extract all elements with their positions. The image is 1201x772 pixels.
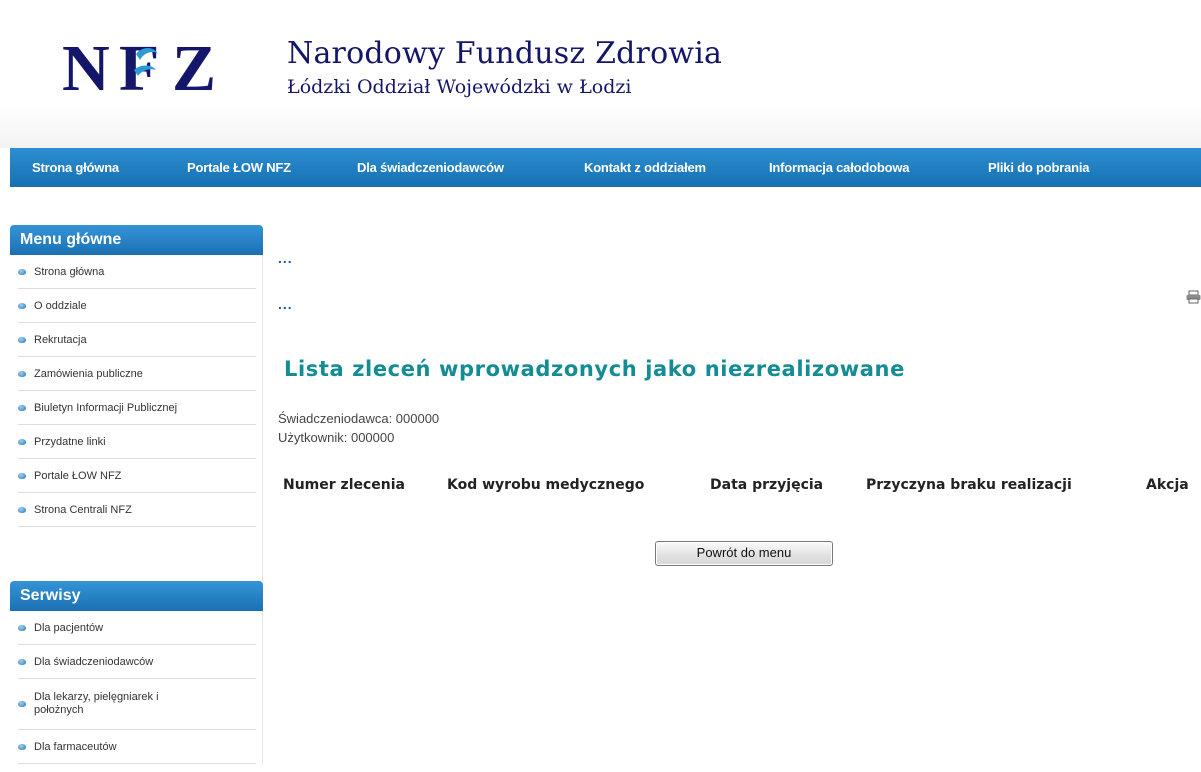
menu-item-label: Dla lekarzy, pielęgniarek i położnych xyxy=(34,691,159,716)
menu-item-label: Zamówienia publiczne xyxy=(34,367,143,380)
bullet-icon xyxy=(18,506,26,513)
nav-item-portals[interactable]: Portale ŁOW NFZ xyxy=(187,160,291,175)
menu-item-recruitment[interactable]: Rekrutacja xyxy=(18,323,256,357)
menu-item-useful-links[interactable]: Przydatne linki xyxy=(18,425,256,459)
bullet-icon xyxy=(18,370,26,377)
menu-item-label: Strona główna xyxy=(34,265,105,278)
services-list: Dla pacjentów Dla świadczeniodawców Dla … xyxy=(10,611,263,764)
bullet-icon xyxy=(18,302,26,309)
menu-item-label: O oddziale xyxy=(34,299,87,312)
bullet-icon xyxy=(18,336,26,343)
menu-item-central-nfz[interactable]: Strona Centrali NFZ xyxy=(18,493,256,527)
bullet-icon xyxy=(18,404,26,411)
bullet-icon xyxy=(18,743,26,750)
menu-item-label: Biuletyn Informacji Publicznej xyxy=(34,401,178,414)
main-menu-title: Menu główne xyxy=(10,225,263,255)
th-non-fulfillment-reason: Przyczyna braku realizacji xyxy=(866,477,1072,493)
th-order-number: Numer zlecenia xyxy=(283,477,405,493)
org-subtitle: Łódzki Oddział Wojewódzki w Łodzi xyxy=(287,76,632,98)
svg-text:Z: Z xyxy=(172,32,216,102)
nav-item-downloads[interactable]: Pliki do pobrania xyxy=(988,160,1090,175)
sidebar-spacer xyxy=(10,527,263,581)
breadcrumb-ellipsis-1[interactable]: ... xyxy=(278,250,293,266)
bullet-icon xyxy=(18,624,26,631)
th-admission-date: Data przyjęcia xyxy=(710,477,824,493)
user-info: Użytkownik: 000000 xyxy=(278,430,395,445)
menu-item-public-procurement[interactable]: Zamówienia publiczne xyxy=(18,357,256,391)
service-item-doctors-nurses[interactable]: Dla lekarzy, pielęgniarek i położnych xyxy=(18,679,256,730)
top-navigation: Strona główna Portale ŁOW NFZ Dla świadc… xyxy=(10,148,1201,187)
page-title: Lista zleceń wprowadzonych jako niezreal… xyxy=(284,357,905,381)
nav-item-providers[interactable]: Dla świadczeniodawców xyxy=(357,160,504,175)
bullet-icon xyxy=(18,268,26,275)
th-action: Akcja xyxy=(1146,477,1189,493)
back-to-menu-button[interactable]: Powrót do menu xyxy=(655,541,833,566)
site-header: N F Z Narodowy Fundusz Zdrowia Łódzki Od… xyxy=(0,0,1201,148)
main-menu-list: Strona główna O oddziale Rekrutacja Zamó… xyxy=(10,255,263,527)
menu-item-label: Dla farmaceutów xyxy=(34,740,117,753)
menu-item-about[interactable]: O oddziale xyxy=(18,289,256,323)
bullet-icon xyxy=(18,658,26,665)
sidebar: Menu główne Strona główna O oddziale Rek… xyxy=(10,225,263,764)
service-item-providers[interactable]: Dla świadczeniodawców xyxy=(18,645,256,679)
th-medical-device-code: Kod wyrobu medycznego xyxy=(447,477,645,493)
menu-item-bip[interactable]: Biuletyn Informacji Publicznej xyxy=(18,391,256,425)
breadcrumb-ellipsis-2[interactable]: ... xyxy=(278,296,293,312)
service-item-pharmacists[interactable]: Dla farmaceutów xyxy=(18,730,256,764)
nfz-logo[interactable]: N F Z xyxy=(62,32,232,102)
bullet-icon xyxy=(18,472,26,479)
menu-item-home[interactable]: Strona główna xyxy=(18,255,256,289)
menu-item-portals[interactable]: Portale ŁOW NFZ xyxy=(18,459,256,493)
bullet-icon xyxy=(18,701,26,707)
nav-item-24h-info[interactable]: Informacja całodobowa xyxy=(769,160,909,175)
menu-item-label: Portale ŁOW NFZ xyxy=(34,469,122,482)
provider-info: Świadczeniodawca: 000000 xyxy=(278,411,440,426)
nav-item-contact[interactable]: Kontakt z oddziałem xyxy=(584,160,706,175)
nav-item-home[interactable]: Strona główna xyxy=(32,160,119,175)
bullet-icon xyxy=(18,438,26,445)
svg-text:N: N xyxy=(62,32,109,102)
menu-item-label: Dla świadczeniodawców xyxy=(34,655,154,668)
menu-item-label: Strona Centrali NFZ xyxy=(34,503,132,516)
service-item-patients[interactable]: Dla pacjentów xyxy=(18,611,256,645)
org-name: Narodowy Fundusz Zdrowia xyxy=(287,36,723,71)
printer-icon[interactable] xyxy=(1186,290,1201,304)
menu-item-label: Dla pacjentów xyxy=(34,621,104,634)
services-title: Serwisy xyxy=(10,581,263,611)
menu-item-label: Przydatne linki xyxy=(34,435,106,448)
menu-item-label: Rekrutacja xyxy=(34,333,87,346)
